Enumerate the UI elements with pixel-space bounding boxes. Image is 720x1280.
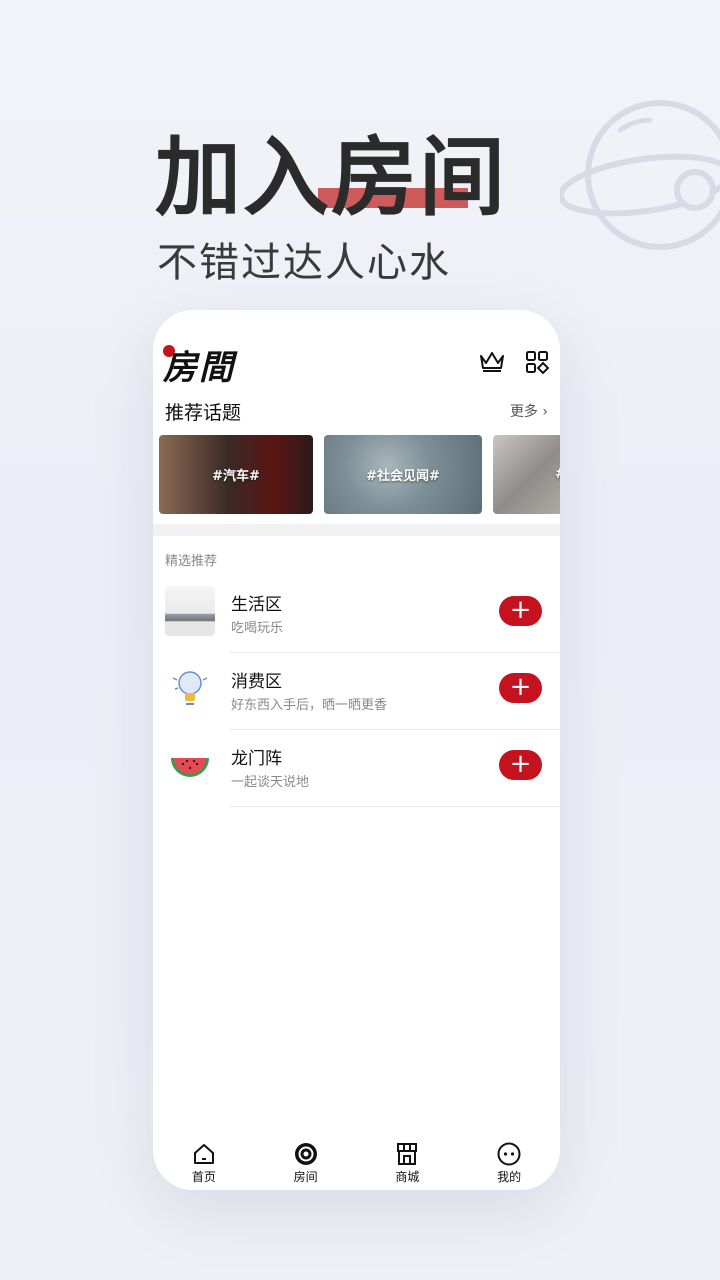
bottom-tabbar: 首页 房间 商城 我的	[153, 1132, 560, 1190]
row-divider	[229, 806, 560, 807]
home-icon	[193, 1144, 214, 1164]
topic-label: #汽车#	[212, 469, 260, 484]
join-button[interactable]: +	[499, 596, 542, 626]
list-item[interactable]: 消费区 好东西入手后，晒一晒更香 +	[153, 653, 560, 730]
topics-more-link[interactable]: 更多 ›	[510, 401, 548, 421]
room-name: 龙门阵	[231, 749, 282, 769]
room-desc: 吃喝玩乐	[231, 621, 284, 636]
topics-carousel[interactable]: #汽车# #社会见闻# #	[159, 435, 560, 514]
room-name: 消费区	[231, 672, 282, 692]
tab-label: 房间	[293, 1170, 318, 1184]
topic-card[interactable]: #社会见闻#	[324, 435, 482, 514]
watermelon-icon	[165, 740, 215, 790]
tab-home[interactable]: 首页	[153, 1132, 255, 1190]
room-desc: 好东西入手后，晒一晒更香	[231, 698, 388, 713]
room-icon	[294, 1143, 317, 1165]
profile-icon	[497, 1142, 521, 1166]
topic-label: #社会见闻#	[366, 469, 440, 484]
join-button[interactable]: +	[499, 673, 542, 703]
hero-subtitle: 不错过达人心水	[157, 240, 451, 286]
lightbulb-icon	[165, 663, 215, 713]
phone-mockup: 房間 推荐话题 更多 › #汽车# #社会见闻# # 精选推荐 生活区 吃喝玩乐…	[153, 310, 560, 1190]
topic-card[interactable]: #汽车#	[159, 435, 313, 514]
list-item[interactable]: 生活区 吃喝玩乐 +	[153, 576, 560, 653]
room-name: 生活区	[231, 595, 282, 615]
topic-card[interactable]: #	[493, 435, 560, 514]
tab-shop[interactable]: 商城	[357, 1132, 459, 1190]
crown-icon[interactable]	[479, 350, 505, 372]
hero-title: 加入房间	[155, 128, 507, 228]
grid-icon[interactable]	[525, 350, 549, 374]
featured-label: 精选推荐	[165, 554, 218, 569]
app-logo: 房間	[163, 348, 235, 388]
shop-icon	[397, 1143, 418, 1165]
tab-label: 首页	[191, 1170, 216, 1184]
app-header: 房間	[153, 310, 560, 390]
section-divider	[153, 524, 560, 536]
join-button[interactable]: +	[499, 750, 542, 780]
tab-profile[interactable]: 我的	[458, 1132, 560, 1190]
tab-room[interactable]: 房间	[255, 1132, 357, 1190]
topics-title: 推荐话题	[165, 402, 242, 424]
list-item[interactable]: 龙门阵 一起谈天说地 +	[153, 730, 560, 807]
topic-label: #	[555, 467, 560, 482]
room-desc: 一起谈天说地	[231, 775, 310, 790]
tab-label: 商城	[395, 1170, 420, 1184]
tab-label: 我的	[497, 1170, 522, 1184]
sofa-image	[165, 586, 215, 636]
planet-illustration	[560, 100, 720, 250]
